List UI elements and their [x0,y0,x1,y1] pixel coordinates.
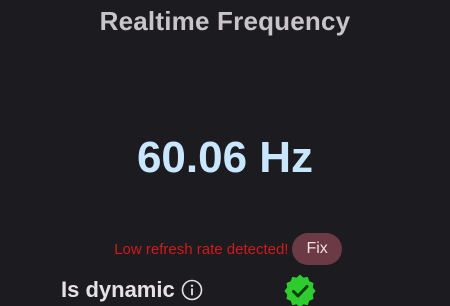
is-dynamic-label: Is dynamic [61,277,175,302]
low-refresh-warning: Low refresh rate detected! [114,240,289,258]
info-icon[interactable] [181,279,203,301]
page-title: Realtime Frequency [99,6,351,36]
fix-button-label: Fix [306,240,328,257]
fix-button[interactable]: Fix [292,233,342,265]
is-dynamic-row: Is dynamic [61,274,203,306]
check-badge-icon [283,274,317,306]
frequency-screen: Realtime Frequency 60.06 Hz Low refresh … [0,0,450,306]
warning-row: Low refresh rate detected! Fix [0,232,450,266]
frequency-value: 60.06 Hz [136,133,314,182]
